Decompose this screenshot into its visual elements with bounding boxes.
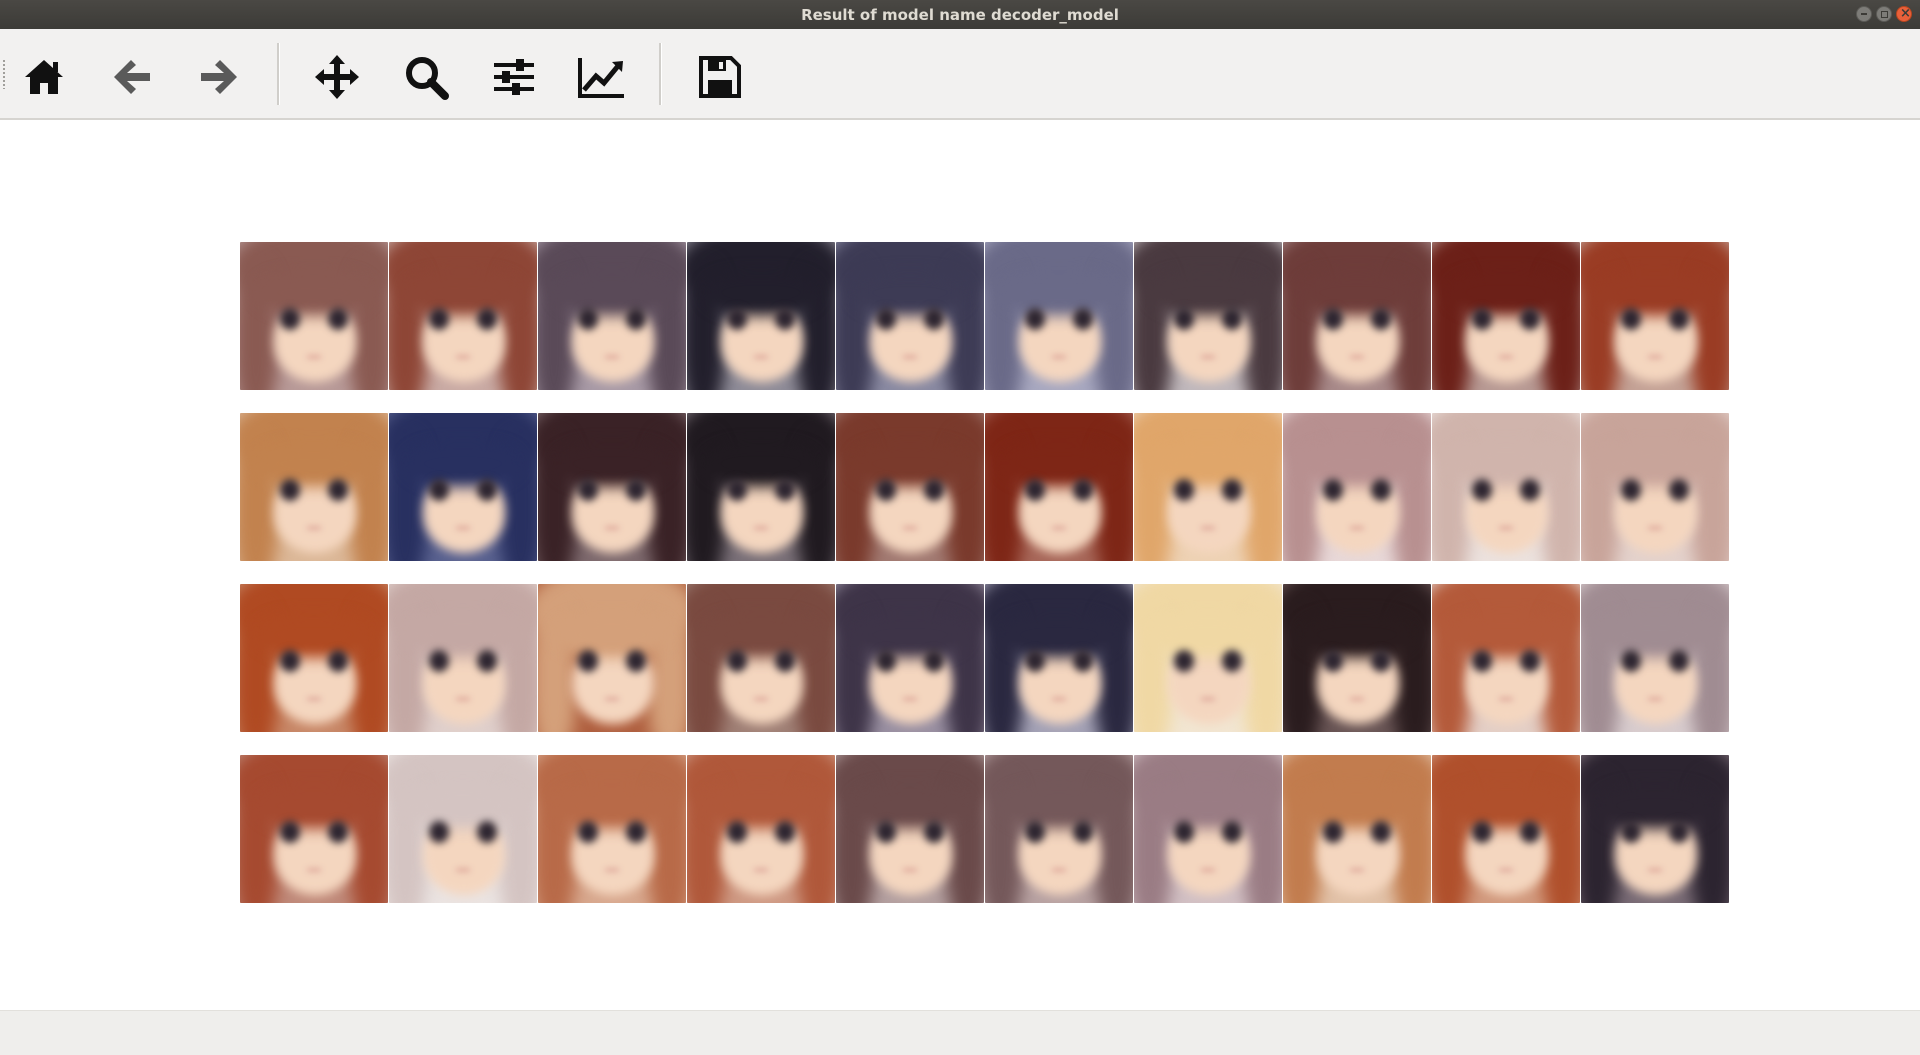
generated-face-image [985,413,1133,561]
generated-face-image [1581,584,1729,732]
generated-face-image [1134,584,1282,732]
home-button[interactable] [14,49,74,105]
generated-face-image [1432,242,1580,390]
generated-face-image [1581,755,1729,903]
arrow-right-icon [201,60,237,94]
minimize-button[interactable] [1856,6,1872,22]
generated-face-image [538,755,686,903]
generated-face-image [538,242,686,390]
window-controls [1856,6,1912,22]
generated-face-image [687,242,835,390]
generated-face-image [389,413,537,561]
generated-face-image [240,413,388,561]
generated-face-image [1134,413,1282,561]
generated-face-image [240,584,388,732]
generated-face-image [389,584,537,732]
generated-face-image [836,584,984,732]
generated-face-image [687,584,835,732]
zoom-button[interactable] [396,49,456,105]
pan-button[interactable] [307,49,367,105]
toolbar-separator [277,43,280,105]
generated-face-image [687,413,835,561]
generated-face-image [538,413,686,561]
move-icon [315,55,359,99]
generated-face-image [985,755,1133,903]
window-titlebar: Result of model name decoder_model [0,0,1920,29]
generated-face-image [836,242,984,390]
floppy-disk-icon [699,56,741,98]
magnifier-icon [406,57,449,100]
generated-face-image [240,242,388,390]
toolbar-separator [659,43,662,105]
generated-face-image [985,242,1133,390]
window-title: Result of model name decoder_model [801,5,1119,24]
generated-face-image [1283,755,1431,903]
generated-face-image [1432,584,1580,732]
generated-face-image [1432,413,1580,561]
navigation-toolbar [0,29,1920,120]
generated-face-image [538,584,686,732]
close-button[interactable] [1896,6,1912,22]
generated-face-image [836,413,984,561]
generated-face-image [687,755,835,903]
generated-face-image [1283,242,1431,390]
generated-face-image [1581,242,1729,390]
generated-face-image [389,242,537,390]
generated-face-image [1581,413,1729,561]
generated-face-image [389,755,537,903]
generated-face-image [985,584,1133,732]
toolbar-grip[interactable] [2,59,6,89]
generated-face-image [1134,755,1282,903]
save-button[interactable] [690,49,750,105]
home-icon [25,60,63,94]
generated-face-image [1432,755,1580,903]
image-grid [240,242,1729,903]
generated-face-image [1283,413,1431,561]
status-bar [0,1010,1920,1055]
generated-face-image [1134,242,1282,390]
configure-subplots-button[interactable] [484,49,544,105]
back-button[interactable] [102,49,162,105]
generated-face-image [1283,584,1431,732]
arrow-left-icon [114,60,150,94]
generated-face-image [836,755,984,903]
maximize-button[interactable] [1876,6,1892,22]
generated-face-image [240,755,388,903]
line-chart-icon [578,58,624,98]
forward-button[interactable] [189,49,249,105]
sliders-icon [494,59,534,95]
edit-axes-button[interactable] [572,49,632,105]
figure-canvas[interactable] [0,120,1920,1010]
